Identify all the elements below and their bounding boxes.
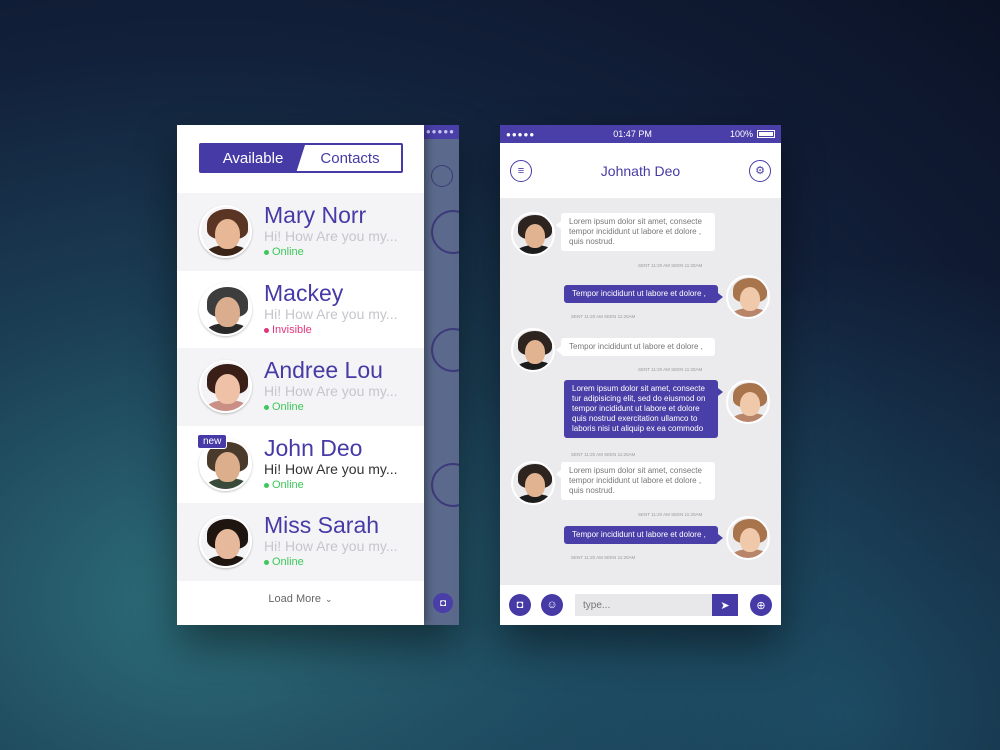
avatar xyxy=(726,275,770,319)
contact-filter-toggle: Available Contacts xyxy=(199,143,403,173)
gear-icon[interactable]: ⚙ xyxy=(749,159,771,182)
status-bar: ●●●●● 01:47 PM 100% xyxy=(500,125,781,143)
status-dot-icon xyxy=(264,482,269,488)
message-meta: SENT 11:20 AM SEEN 11:20AM xyxy=(571,314,636,319)
contact-name: Mary Norr xyxy=(264,202,367,229)
underlying-menu-icon xyxy=(431,165,453,187)
chevron-down-icon: ⌄ xyxy=(325,594,333,604)
contact-item[interactable]: Mary Norr Hi! How Are you my... Online xyxy=(177,193,424,271)
contact-item[interactable]: Andree Lou Hi! How Are you my... Online xyxy=(177,348,424,426)
avatar xyxy=(726,516,770,560)
contact-name: Mackey xyxy=(264,279,344,306)
status-dot-icon xyxy=(264,250,269,256)
message-meta: SENT 11:20 AM SEEN 11:20AM xyxy=(571,555,636,560)
message-list: Lorem ipsum dolor sit amet, consecte tem… xyxy=(500,198,781,585)
new-badge: new xyxy=(197,433,228,449)
send-icon[interactable]: ➤ xyxy=(712,594,738,616)
avatar xyxy=(199,205,252,259)
message-meta: SENT 11:20 AM SEEN 11:20AM xyxy=(638,263,703,268)
avatar xyxy=(511,328,555,372)
status-label: Online xyxy=(272,246,304,259)
outgoing-message: Tempor incididunt ut labore et dolore , xyxy=(564,285,723,303)
chat-header: ≡ Johnath Deo ⚙ xyxy=(500,143,781,198)
tab-available[interactable]: Available xyxy=(201,145,305,171)
contact-item[interactable]: Miss Sarah Hi! How Are you my... Online xyxy=(177,503,424,581)
status-label: Online xyxy=(272,401,304,414)
status-dot-icon xyxy=(264,327,269,333)
underlying-avatar-ring xyxy=(431,463,459,507)
status-dot-icon xyxy=(264,405,269,411)
status-label: Online xyxy=(272,556,304,569)
signal-icon: ●●●●● xyxy=(506,129,536,139)
status-time: 01:47 PM xyxy=(613,129,652,139)
status-indicator: Invisible xyxy=(264,323,398,338)
underlying-attach-icon: ◘ xyxy=(433,593,453,613)
contact-name: Andree Lou xyxy=(264,357,383,384)
status-indicator: Online xyxy=(264,555,398,570)
contact-list: Mary Norr Hi! How Are you my... Online M… xyxy=(177,193,424,581)
battery-level: 100% xyxy=(729,129,753,139)
message-composer: ◘ ☺ ➤ ⊕ xyxy=(500,585,781,625)
contact-last-message: Hi! How Are you my... xyxy=(264,305,398,322)
incoming-message: Tempor incididunt ut labore et dolore , xyxy=(556,338,715,356)
add-icon[interactable]: ⊕ xyxy=(750,594,772,616)
load-more-button[interactable]: Load More ⌄ xyxy=(177,593,424,605)
status-label: Online xyxy=(272,478,304,491)
incoming-message: Lorem ipsum dolor sit amet, consecte tem… xyxy=(556,462,715,500)
contact-item[interactable]: new John Deo Hi! How Are you my... Onlin… xyxy=(177,426,424,504)
outgoing-message: Tempor incididunt ut labore et dolore , xyxy=(564,526,723,544)
message-input[interactable] xyxy=(575,594,712,616)
contacts-phone: ●●●●● ◘ Available Contacts Mary Norr Hi!… xyxy=(177,125,459,625)
contacts-panel: Available Contacts Mary Norr Hi! How Are… xyxy=(177,125,424,625)
status-indicator: Online xyxy=(264,478,398,493)
battery-indicator: 100% xyxy=(730,129,775,139)
chat-title: Johnath Deo xyxy=(600,162,681,179)
contact-name: John Deo xyxy=(264,434,363,461)
box-icon[interactable]: ◘ xyxy=(509,594,531,616)
underlying-avatar-ring xyxy=(431,328,459,372)
avatar xyxy=(199,282,252,336)
load-more-label: Load More xyxy=(268,593,322,605)
contact-last-message: Hi! How Are you my... xyxy=(264,460,398,477)
emoji-icon[interactable]: ☺ xyxy=(541,594,563,616)
chat-phone: ●●●●● 01:47 PM 100% ≡ Johnath Deo ⚙ Lore… xyxy=(500,125,781,625)
message-meta: SENT 11:20 AM SEEN 11:20AM xyxy=(638,512,703,517)
tab-contacts[interactable]: Contacts xyxy=(299,145,401,171)
avatar xyxy=(726,380,770,424)
outgoing-message: Lorem ipsum dolor sit amet, consecte tur… xyxy=(564,380,723,438)
status-label: Invisible xyxy=(272,323,312,336)
contact-item[interactable]: Mackey Hi! How Are you my... Invisible xyxy=(177,271,424,349)
menu-icon[interactable]: ≡ xyxy=(510,159,532,182)
status-indicator: Online xyxy=(264,400,398,415)
status-dot-icon xyxy=(264,560,269,566)
avatar xyxy=(511,461,555,505)
contact-last-message: Hi! How Are you my... xyxy=(264,228,398,245)
contact-last-message: Hi! How Are you my... xyxy=(264,383,398,400)
underlying-avatar-ring xyxy=(431,210,459,254)
underlying-status-bar: ●●●●● xyxy=(419,125,459,139)
avatar xyxy=(199,515,252,569)
status-indicator: Online xyxy=(264,245,398,260)
avatar xyxy=(511,212,555,256)
battery-icon xyxy=(756,130,775,138)
message-meta: SENT 11:20 AM SEEN 11:20AM xyxy=(638,367,703,372)
avatar xyxy=(199,360,252,414)
incoming-message: Lorem ipsum dolor sit amet, consecte tem… xyxy=(556,213,715,251)
contact-name: Miss Sarah xyxy=(264,512,380,539)
message-meta: SENT 11:20 AM SEEN 11:20AM xyxy=(571,452,636,457)
contact-last-message: Hi! How Are you my... xyxy=(264,538,398,555)
